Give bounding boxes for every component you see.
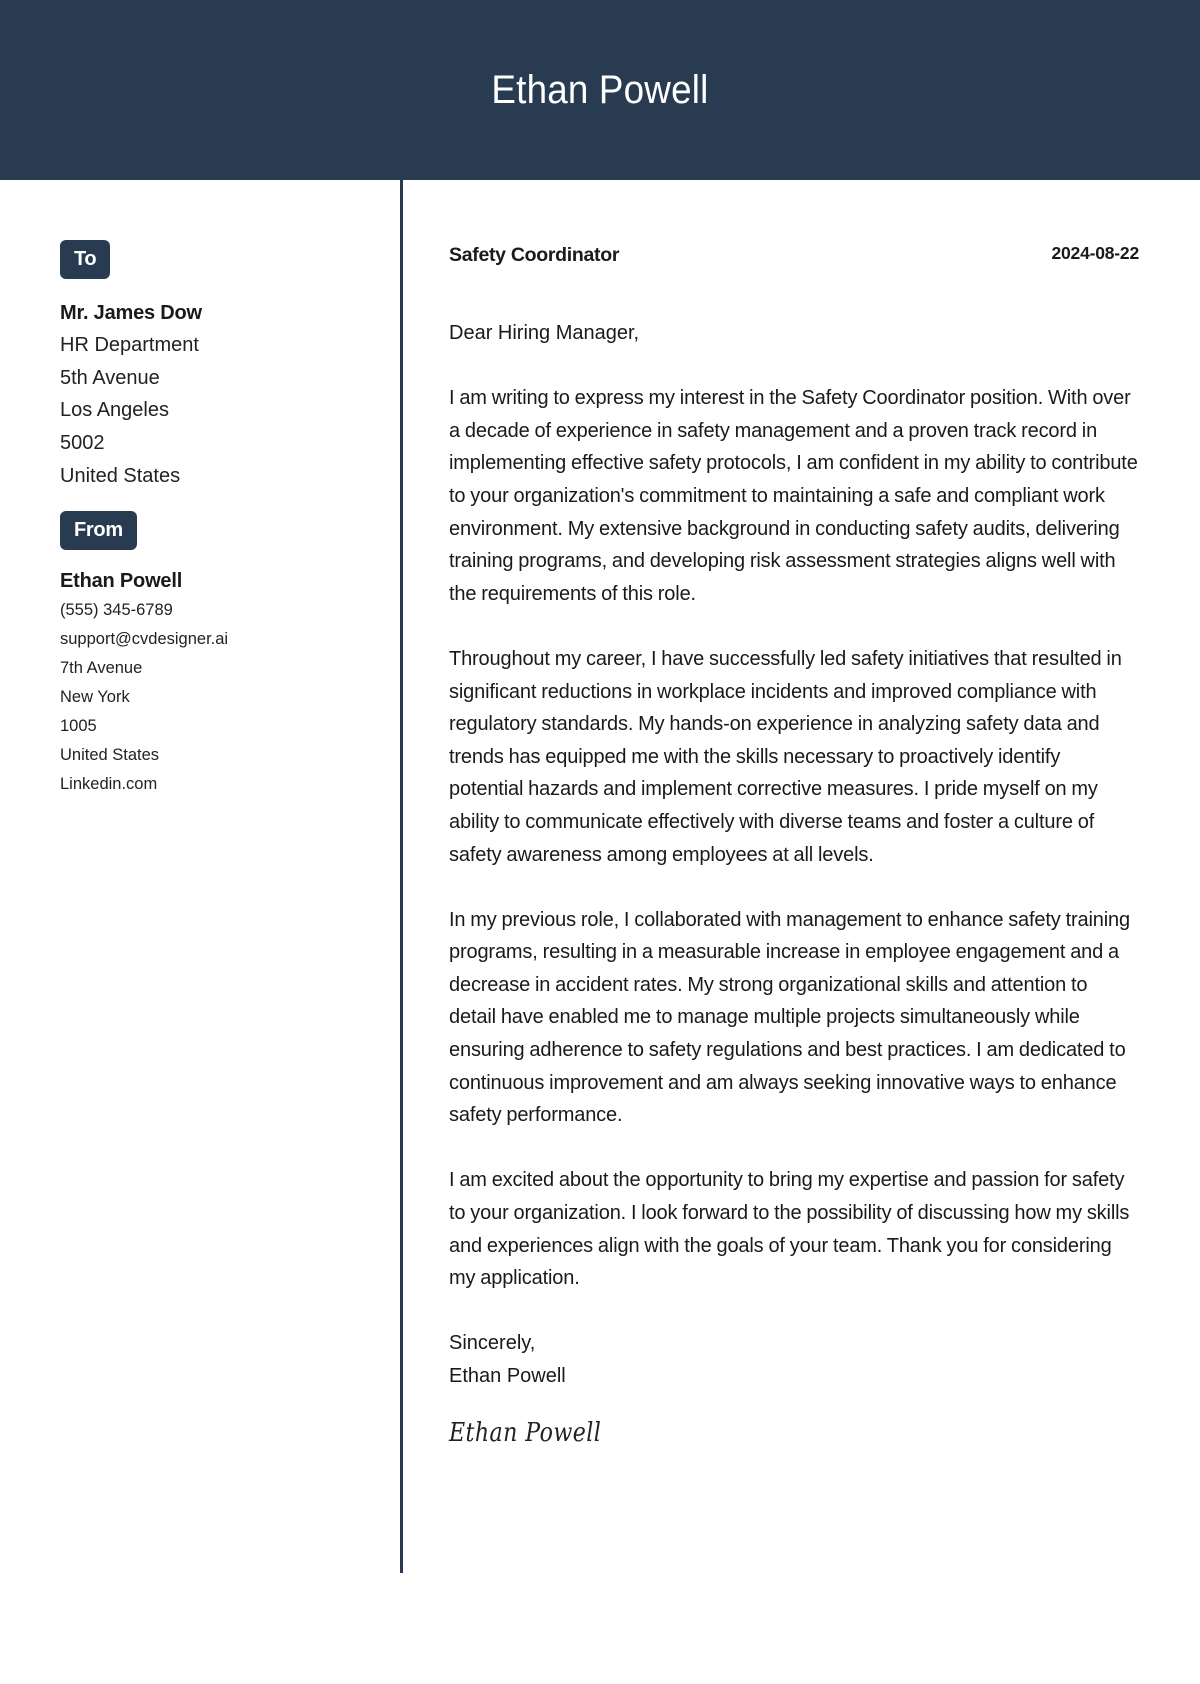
sender-name: Ethan Powell	[60, 569, 183, 592]
sender-website: Linkedin.com	[60, 774, 158, 793]
sender-city: New York	[60, 687, 130, 706]
closing-phrase: Sincerely,	[449, 1332, 536, 1355]
letter-date: 2024-08-22	[1051, 243, 1139, 263]
subject-row: Safety Coordinator 2024-08-22	[449, 240, 1139, 270]
recipient-name: Mr. James Dow	[60, 302, 202, 324]
sender-postcode: 1005	[60, 716, 97, 735]
applicant-name-title: Ethan Powell	[491, 67, 709, 112]
sender-block: From Ethan Powell (555) 345-6789 support…	[60, 510, 380, 799]
letter-body: Safety Coordinator 2024-08-22 Dear Hirin…	[449, 240, 1139, 1451]
letter-closing: Sincerely, Ethan Powell	[449, 1327, 1139, 1392]
recipient-department: HR Department	[60, 334, 199, 356]
to-badge: To	[60, 240, 111, 279]
letter-subject: Safety Coordinator	[449, 244, 620, 266]
sender-country: United States	[60, 745, 160, 764]
closing-name: Ethan Powell	[449, 1365, 566, 1387]
letter-greeting: Dear Hiring Manager,	[449, 322, 640, 344]
recipient-street: 5th Avenue	[60, 366, 160, 389]
letter-paragraph: In my previous role, I collaborated with…	[449, 908, 1130, 1127]
recipient-postcode: 5002	[60, 432, 105, 455]
letter-paragraph: I am excited about the opportunity to br…	[449, 1169, 1130, 1290]
letter-paragraph: I am writing to express my interest in t…	[449, 387, 1138, 605]
sender-street: 7th Avenue	[60, 658, 143, 677]
page-header: Ethan Powell	[0, 0, 1200, 180]
sidebar: To Mr. James Dow HR Department 5th Avenu…	[60, 240, 380, 799]
column-divider	[400, 180, 403, 1573]
letter-paragraph: Throughout my career, I have successfull…	[449, 647, 1122, 866]
recipient-country: United States	[60, 464, 181, 487]
recipient-city: Los Angeles	[60, 399, 169, 422]
sender-email: support@cvdesigner.ai	[60, 629, 229, 648]
signature: Ethan Powell	[449, 1417, 602, 1448]
sender-phone: (555) 345-6789	[60, 600, 173, 619]
recipient-block: To Mr. James Dow HR Department 5th Avenu…	[60, 240, 380, 493]
from-badge: From	[60, 510, 137, 550]
